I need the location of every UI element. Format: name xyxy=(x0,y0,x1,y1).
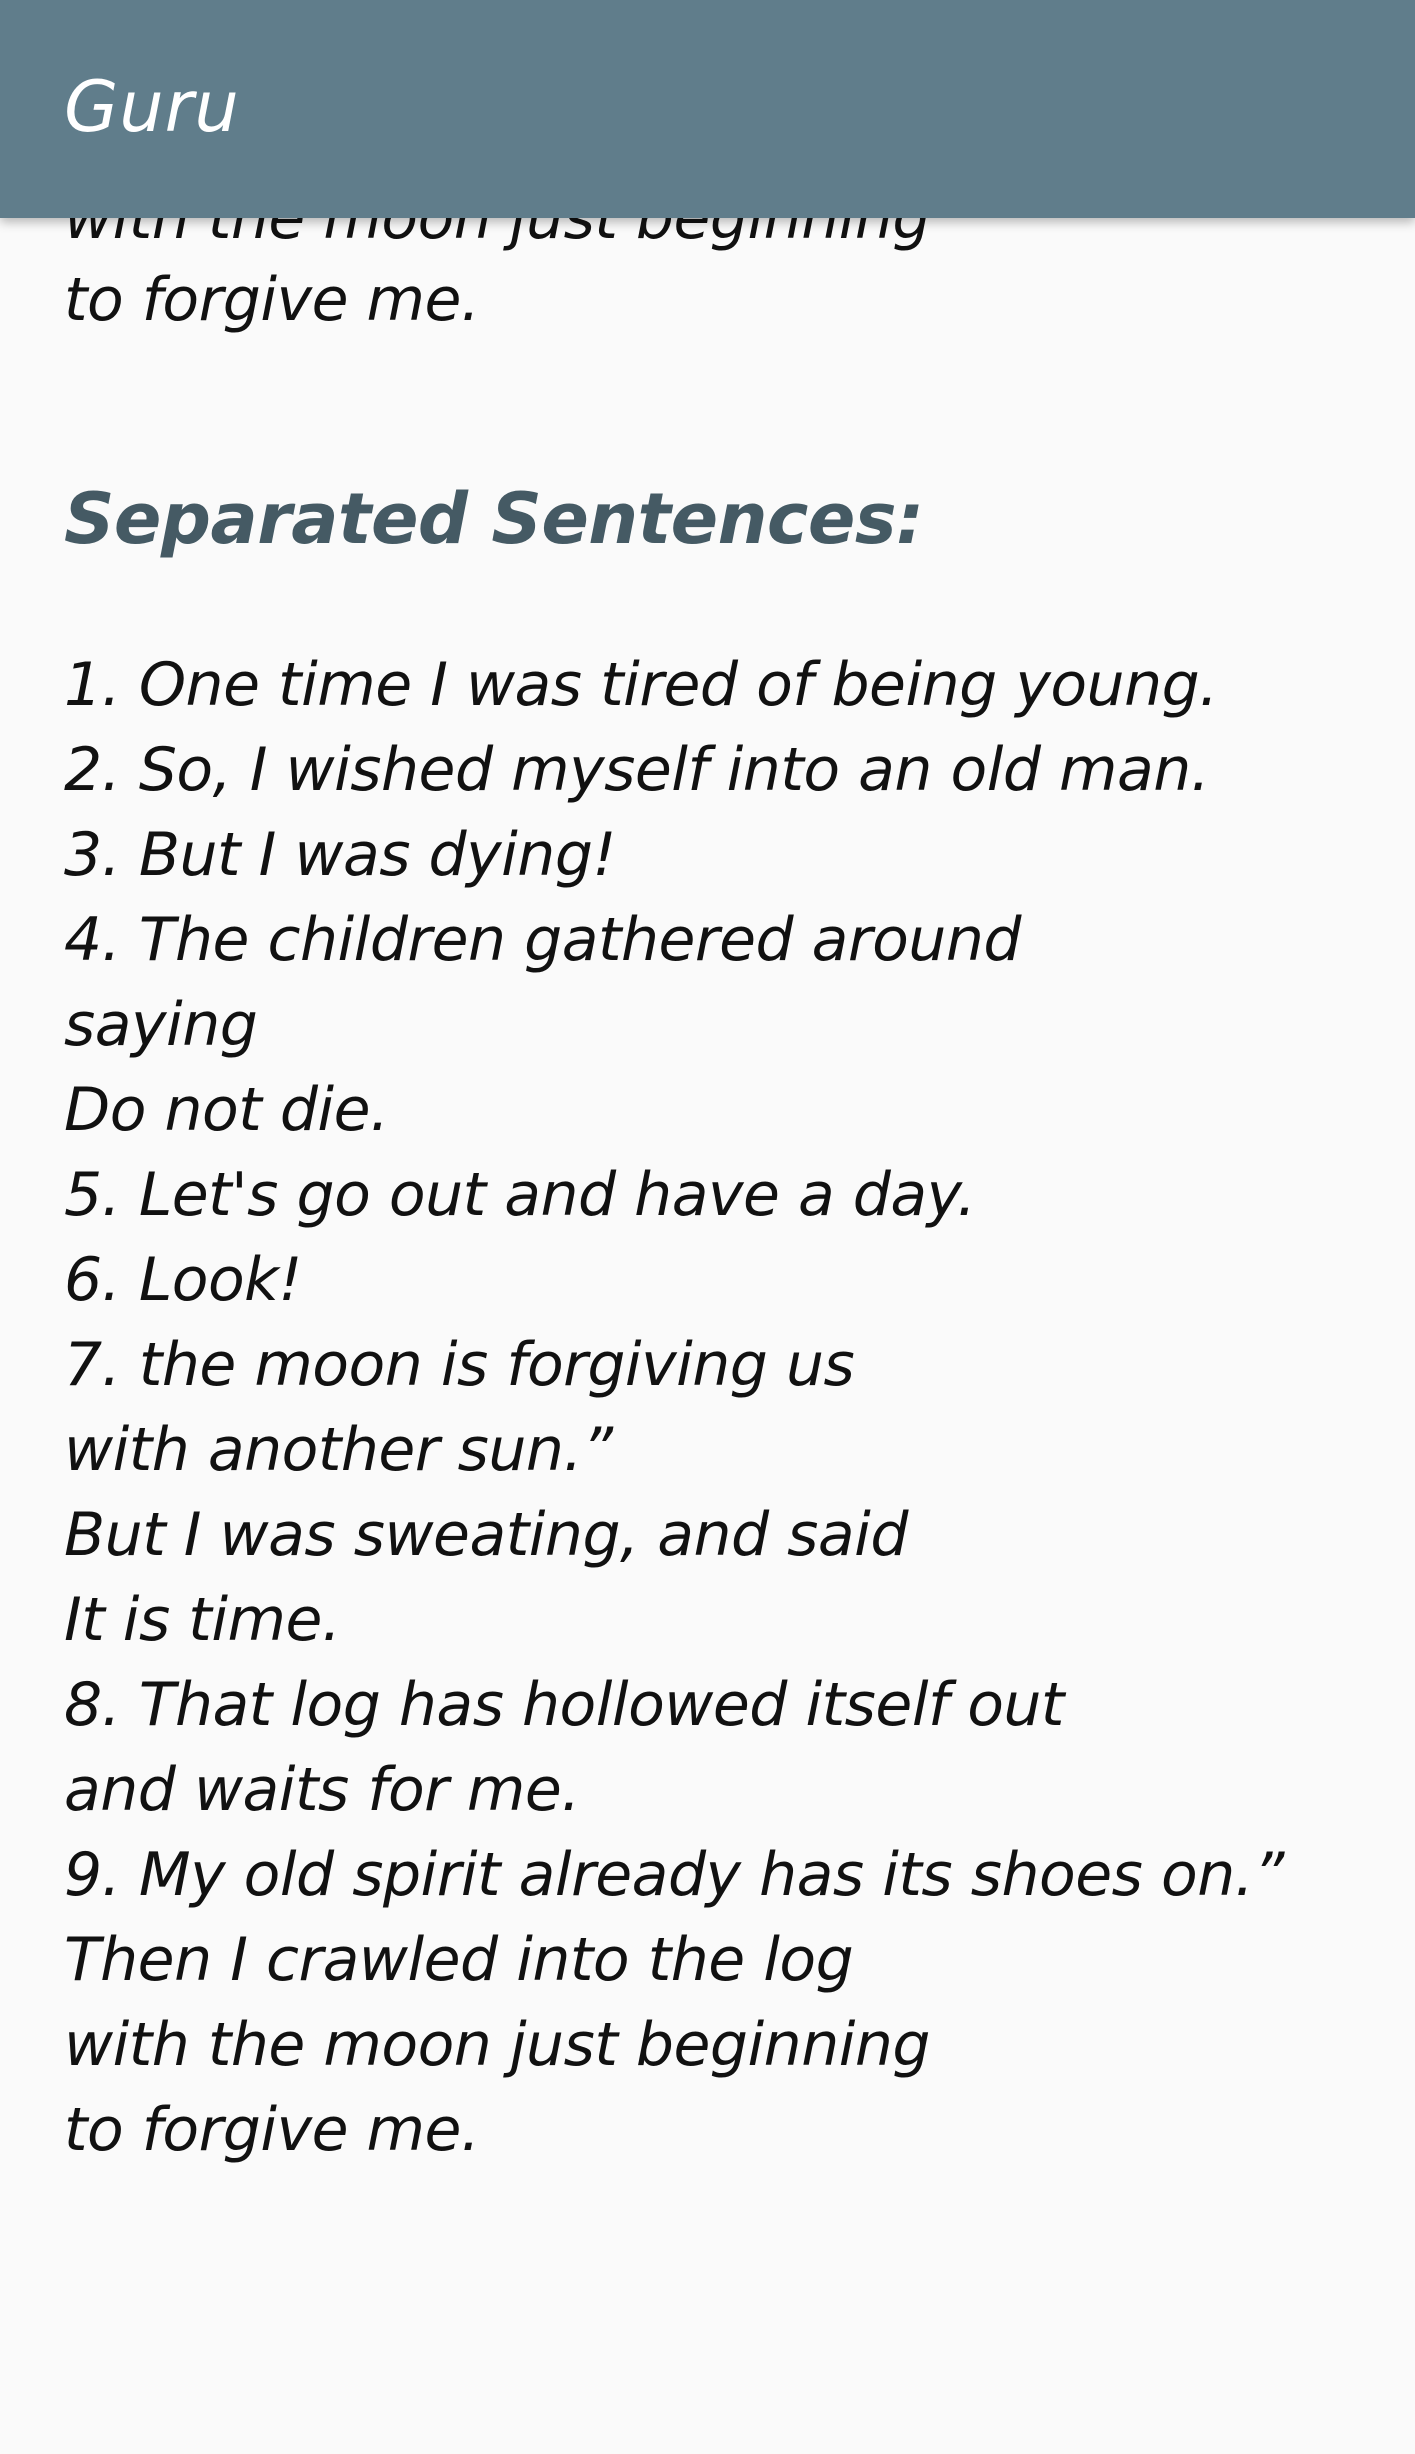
sentence-line: and waits for me. xyxy=(64,1755,580,1825)
section-title: Separated Sentences: xyxy=(64,478,924,560)
sentence-line: to forgive me. xyxy=(64,2095,480,2165)
sentence-list: 1. One time I was tired of being young. … xyxy=(64,643,1284,2173)
app-bar: Guru xyxy=(0,0,1415,218)
sentence-line: Then I crawled into the log xyxy=(64,1925,854,1995)
sentence-line: with the moon just beginning xyxy=(64,2010,931,2080)
sentence-line: with another sun.” xyxy=(64,1415,613,1485)
sentence-line: 7. the moon is forgiving us xyxy=(64,1330,855,1400)
scroll-content[interactable]: with the moon just beginning to forgive … xyxy=(0,218,1415,2454)
sentence-line: 3. But I was dying! xyxy=(64,820,616,890)
sentence-line: 1. One time I was tired of being young. xyxy=(64,650,1218,720)
sentence-line: 6. Look! xyxy=(64,1245,302,1315)
sentence-line: Do not die. xyxy=(64,1075,389,1145)
sentence-line: 8. That log has hollowed itself out xyxy=(64,1670,1064,1740)
sentence-line: 2. So, I wished myself into an old man. xyxy=(64,735,1210,805)
previous-text-clipped-line: with the moon just beginning xyxy=(64,218,931,253)
sentence-line: But I was sweating, and said xyxy=(64,1500,908,1570)
app-title: Guru xyxy=(64,66,240,148)
sentence-line: It is time. xyxy=(64,1585,341,1655)
sentence-line: 9. My old spirit already has its shoes o… xyxy=(64,1840,1284,1910)
previous-text-last-line: to forgive me. xyxy=(64,265,480,335)
sentence-line: saying xyxy=(64,990,258,1060)
sentence-line: 4. The children gathered around xyxy=(64,905,1021,975)
sentence-line: 5. Let's go out and have a day. xyxy=(64,1160,976,1230)
